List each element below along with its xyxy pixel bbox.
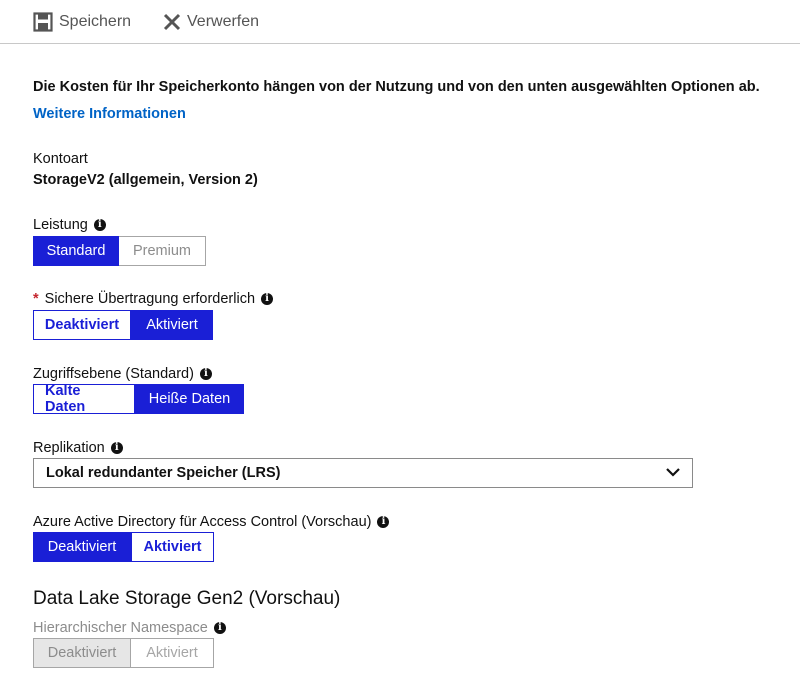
performance-option-premium[interactable]: Premium (119, 236, 206, 266)
info-icon[interactable]: i (93, 219, 106, 231)
access-tier-option-cool[interactable]: Kalte Daten (33, 383, 135, 415)
replication-label: Replikation i (33, 440, 123, 456)
info-icon[interactable]: i (261, 293, 274, 305)
namespace-option-enabled: Aktiviert (131, 638, 214, 668)
discard-button[interactable]: Verwerfen (163, 10, 259, 34)
namespace-toggle: Deaktiviert Aktiviert (33, 638, 214, 668)
aad-access-option-enabled[interactable]: Aktiviert (131, 532, 214, 562)
aad-access-option-disabled[interactable]: Deaktiviert (33, 532, 131, 562)
performance-label-text: Leistung (33, 217, 88, 233)
info-icon[interactable]: i (110, 442, 123, 454)
command-bar: Speichern Verwerfen (0, 0, 800, 44)
aad-access-label: Azure Active Directory für Access Contro… (33, 514, 390, 530)
aad-access-toggle: Deaktiviert Aktiviert (33, 532, 214, 562)
replication-selected-value: Lokal redundanter Speicher (LRS) (46, 465, 281, 481)
chevron-down-icon (666, 465, 680, 481)
access-tier-label: Zugriffsebene (Standard) i (33, 366, 212, 382)
secure-transfer-label-text: Sichere Übertragung erforderlich (44, 291, 256, 307)
info-icon[interactable]: i (213, 622, 226, 634)
more-info-link[interactable]: Weitere Informationen (33, 106, 186, 122)
performance-label: Leistung i (33, 217, 106, 233)
replication-dropdown[interactable]: Lokal redundanter Speicher (LRS) (33, 458, 693, 488)
secure-transfer-label: * Sichere Übertragung erforderlich i (33, 291, 274, 307)
info-icon[interactable]: i (377, 516, 390, 528)
save-button[interactable]: Speichern (33, 10, 131, 34)
replication-label-text: Replikation (33, 440, 105, 456)
account-kind-value: StorageV2 (allgemein, Version 2) (33, 172, 258, 188)
secure-transfer-option-disabled[interactable]: Deaktiviert (33, 310, 131, 340)
account-kind-label: Kontoart (33, 151, 88, 167)
access-tier-toggle: Kalte Daten Heiße Daten (33, 383, 244, 415)
intro-text: Die Kosten für Ihr Speicherkonto hängen … (33, 79, 760, 95)
aad-access-label-text: Azure Active Directory für Access Contro… (33, 514, 372, 530)
save-label: Speichern (59, 13, 132, 30)
access-tier-label-text: Zugriffsebene (Standard) (33, 366, 194, 382)
close-icon (163, 13, 181, 31)
save-icon (33, 12, 53, 32)
performance-option-standard[interactable]: Standard (33, 236, 119, 266)
secure-transfer-toggle: Deaktiviert Aktiviert (33, 310, 213, 340)
performance-toggle: Standard Premium (33, 236, 206, 266)
secure-transfer-option-enabled[interactable]: Aktiviert (131, 310, 213, 340)
data-lake-section-title: Data Lake Storage Gen2 (Vorschau) (33, 588, 341, 609)
discard-label: Verwerfen (187, 13, 260, 30)
namespace-label: Hierarchischer Namespace i (33, 620, 226, 636)
access-tier-option-hot[interactable]: Heiße Daten (135, 384, 244, 414)
info-icon[interactable]: i (199, 368, 212, 380)
namespace-option-disabled: Deaktiviert (33, 638, 131, 668)
namespace-label-text: Hierarchischer Namespace (33, 620, 208, 636)
required-marker: * (33, 291, 39, 307)
